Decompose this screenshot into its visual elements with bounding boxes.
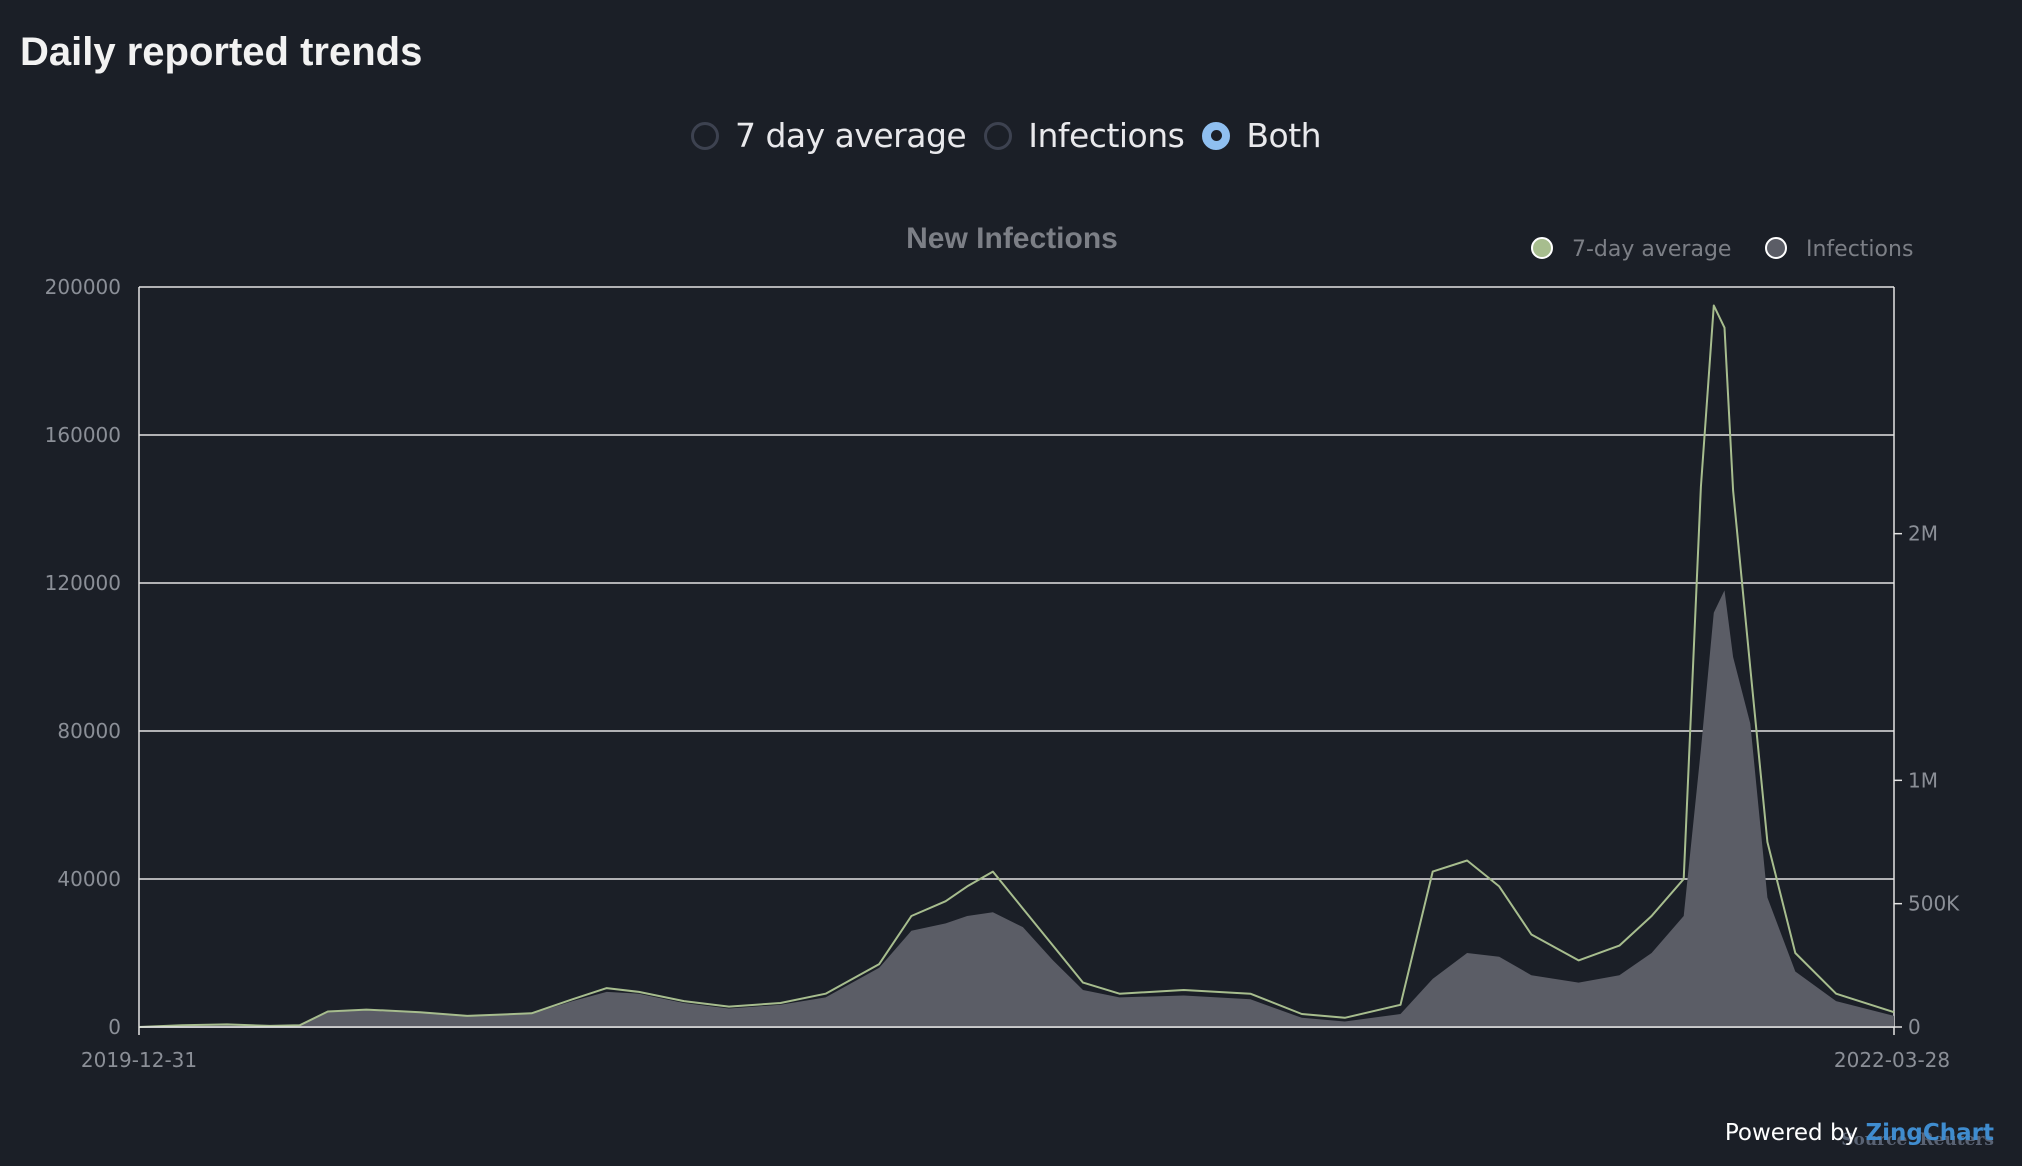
infections-area bbox=[139, 590, 1894, 1027]
powered-by-credit[interactable]: Powered by ZingChart bbox=[1725, 1120, 1994, 1146]
y-axis-tick-label: 120000 bbox=[45, 571, 121, 595]
zingchart-brand-link[interactable]: ZingChart bbox=[1865, 1120, 1994, 1146]
legend-label-infections: Infections bbox=[1806, 237, 1913, 262]
y-axis-tick-label: 0 bbox=[108, 1015, 121, 1039]
seven-day-average-line bbox=[138, 304, 1895, 1028]
chart-legend: 7-day average Infections bbox=[1531, 237, 1913, 262]
right-axis-tick-label: 500K bbox=[1908, 892, 1960, 916]
legend-item-infections[interactable]: Infections bbox=[1765, 237, 1913, 262]
legend-label-7-day-average: 7-day average bbox=[1572, 237, 1731, 262]
x-axis-tick-label: 2022-03-28 bbox=[1834, 1048, 1950, 1072]
y-axis-tick-label: 200000 bbox=[45, 275, 121, 299]
right-axis-tick-label: 0 bbox=[1908, 1015, 1921, 1039]
legend-marker-7-day-average bbox=[1531, 237, 1553, 259]
right-axis-ticks: 0 500K 1M 2M bbox=[1893, 287, 1960, 1039]
y-axis-tick-label: 40000 bbox=[57, 867, 121, 891]
page: Daily reported trends 7 day average Infe… bbox=[0, 0, 2022, 1166]
y-axis-tick-label: 80000 bbox=[57, 719, 121, 743]
x-axis-tick-label: 2019-12-31 bbox=[81, 1048, 197, 1072]
right-axis-tick-label: 2M bbox=[1908, 522, 1938, 546]
x-axis: 2019-12-31 2022-03-28 bbox=[81, 1026, 1950, 1072]
plot-area bbox=[138, 304, 1895, 1028]
new-infections-chart: New Infections 7-day average Infections … bbox=[45, 222, 1961, 1072]
chart-title: New Infections bbox=[906, 222, 1118, 255]
y-axis-tick-label: 160000 bbox=[45, 423, 121, 447]
gridlines bbox=[139, 286, 1894, 1028]
powered-by-prefix: Powered by bbox=[1724, 1120, 1866, 1146]
legend-item-7-day-average[interactable]: 7-day average bbox=[1531, 237, 1731, 262]
legend-marker-infections bbox=[1765, 237, 1787, 259]
chart-container: New Infections 7-day average Infections … bbox=[0, 0, 2022, 1166]
right-axis-tick-label: 1M bbox=[1908, 768, 1938, 792]
left-axis-ticks: 0 40000 80000 120000 160000 200000 bbox=[45, 275, 140, 1039]
